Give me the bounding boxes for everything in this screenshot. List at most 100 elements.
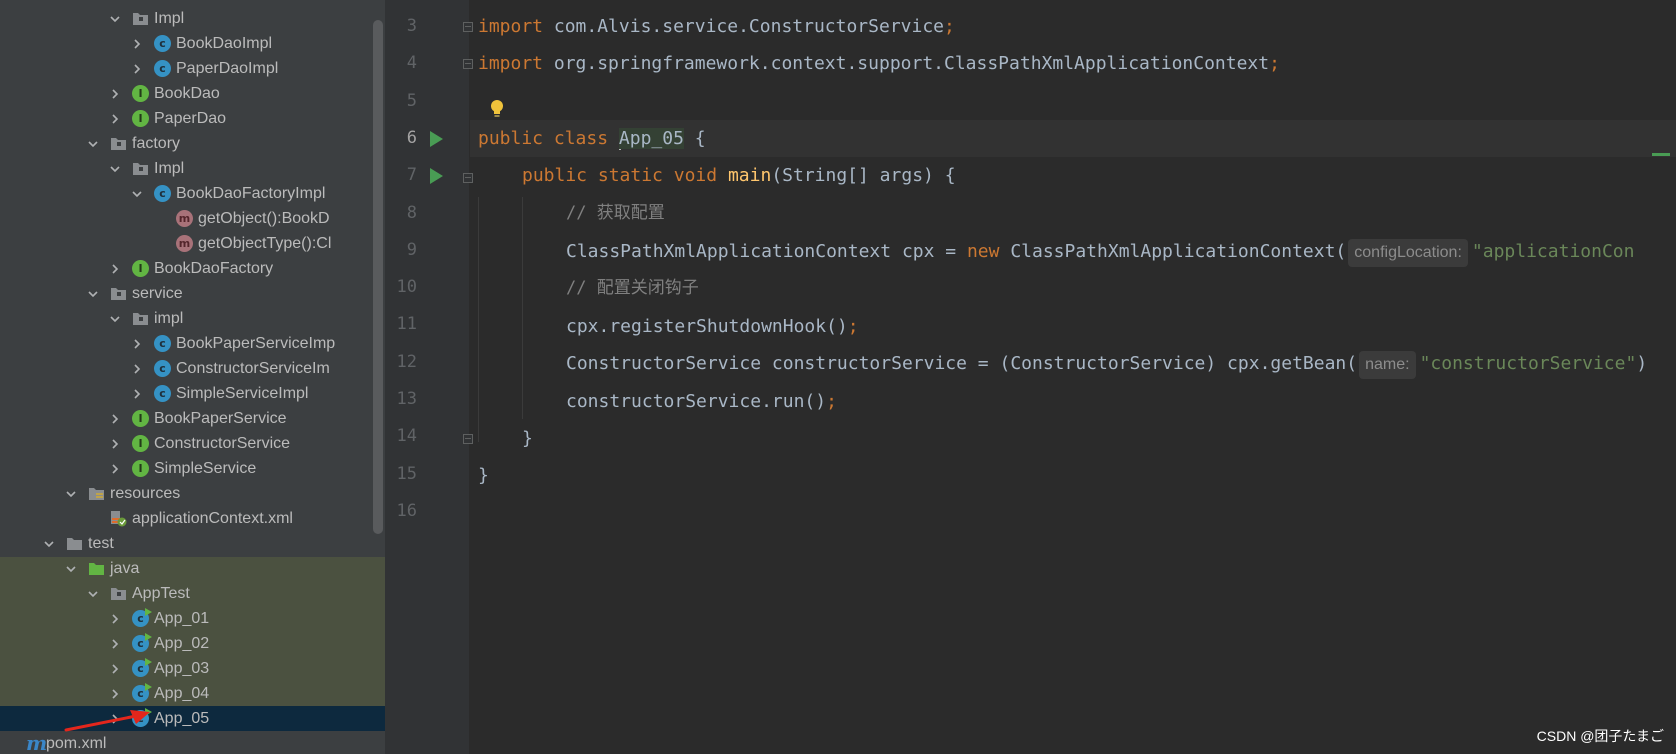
tree-item[interactable]: m getObject():BookD <box>0 206 385 231</box>
tree-item[interactable]: factory <box>0 131 385 156</box>
fold-method-end-icon[interactable] <box>463 434 473 444</box>
class-name-highlight: App_05 <box>618 128 684 149</box>
tree-item-label: App_03 <box>154 660 210 677</box>
code-line-10-comment: // 配置关闭钩子 <box>566 278 699 298</box>
tree-item[interactable]: Impl <box>0 6 385 31</box>
tree-item[interactable]: impl <box>0 306 385 331</box>
chevron-right-icon[interactable] <box>108 631 122 656</box>
project-tree: Impl c BookDaoImpl c PaperDaoImpl I BookDao I Pa… <box>0 0 385 754</box>
tree-item[interactable]: c ConstructorServiceIm <box>0 356 385 381</box>
run-class-icon[interactable] <box>430 131 443 147</box>
chevron-right-icon[interactable] <box>108 106 122 131</box>
chevron-right-icon[interactable] <box>108 406 122 431</box>
chevron-right-icon[interactable] <box>108 81 122 106</box>
interface-icon: I <box>132 110 149 127</box>
tree-item-label: service <box>132 285 183 302</box>
tree-item[interactable]: c App_02 <box>0 631 385 656</box>
tree-item-label: Impl <box>154 160 185 177</box>
line-number: 3 <box>406 16 417 36</box>
run-main-icon[interactable] <box>430 168 443 184</box>
chevron-down-icon[interactable] <box>64 556 78 581</box>
tree-item[interactable]: c PaperDaoImpl <box>0 56 385 81</box>
tree-item[interactable]: m pom.xml <box>0 731 385 754</box>
tree-item[interactable]: c BookPaperServiceImp <box>0 331 385 356</box>
fold-imports-end-icon[interactable] <box>463 59 473 69</box>
chevron-right-icon[interactable] <box>108 456 122 481</box>
tree-item[interactable]: m getObjectType():Cl <box>0 231 385 256</box>
chevron-down-icon[interactable] <box>64 481 78 506</box>
line-number: 6 <box>406 127 417 148</box>
chevron-down-icon[interactable] <box>86 281 100 306</box>
tree-item-label: pom.xml <box>46 735 107 752</box>
tree-item-label: App_04 <box>154 685 210 702</box>
method-icon: m <box>176 210 193 227</box>
tree-item[interactable]: java <box>0 556 385 581</box>
chevron-right-icon[interactable] <box>108 656 122 681</box>
code-line-9: ClassPathXmlApplicationContext cpx = new… <box>566 233 1634 270</box>
tree-item[interactable]: c SimpleServiceImpl <box>0 381 385 406</box>
runnable-class-icon: c <box>132 683 152 702</box>
tree-scrollbar[interactable] <box>373 20 383 534</box>
line-number: 13 <box>396 389 417 409</box>
tree-item[interactable]: I SimpleService <box>0 456 385 481</box>
tree-item[interactable]: c BookDaoImpl <box>0 31 385 56</box>
tree-item-label: PaperDao <box>154 110 227 127</box>
chevron-right-icon[interactable] <box>130 356 144 381</box>
tree-item[interactable]: I BookDao <box>0 81 385 106</box>
code-line-8-comment: // 获取配置 <box>566 203 665 223</box>
tree-item[interactable]: I ConstructorService <box>0 431 385 456</box>
tree-item[interactable]: resources <box>0 481 385 506</box>
code-line-3: import com.Alvis.service.ConstructorServ… <box>478 16 955 37</box>
line-number: 8 <box>406 202 417 223</box>
fold-imports-icon[interactable] <box>463 22 473 32</box>
chevron-right-icon[interactable] <box>108 431 122 456</box>
tree-item[interactable]: c App_04 <box>0 681 385 706</box>
interface-icon: I <box>132 460 149 477</box>
tree-item[interactable]: I BookDaoFactory <box>0 256 385 281</box>
tree-item[interactable]: c App_03 <box>0 656 385 681</box>
tree-item[interactable]: I PaperDao <box>0 106 385 131</box>
tree-item-label: getObject():BookD <box>198 210 330 227</box>
fold-method-icon[interactable] <box>463 173 473 183</box>
tree-item-label: BookDaoFactoryImpl <box>176 185 326 202</box>
maven-icon: m <box>26 731 48 754</box>
tree-item[interactable]: c BookDaoFactoryImpl <box>0 181 385 206</box>
interface-icon: I <box>132 85 149 102</box>
chevron-right-icon[interactable] <box>130 31 144 56</box>
folder-icon <box>66 535 83 552</box>
chevron-right-icon[interactable] <box>108 681 122 706</box>
chevron-down-icon[interactable] <box>108 156 122 181</box>
chevron-down-icon[interactable] <box>86 581 100 606</box>
chevron-right-icon[interactable] <box>108 256 122 281</box>
tree-item-label: getObjectType():Cl <box>198 235 332 252</box>
interface-icon: I <box>132 410 149 427</box>
chevron-down-icon[interactable] <box>130 181 144 206</box>
code-line-13: constructorService.run(); <box>566 391 837 412</box>
class-icon: c <box>154 185 171 202</box>
chevron-down-icon[interactable] <box>108 306 122 331</box>
tree-item[interactable]: test <box>0 531 385 556</box>
tree-item[interactable]: Impl <box>0 156 385 181</box>
chevron-down-icon[interactable] <box>42 531 56 556</box>
lightbulb-icon[interactable] <box>490 99 504 119</box>
chevron-down-icon[interactable] <box>108 6 122 31</box>
code-line-7: public static void main(String[] args) { <box>522 165 956 186</box>
tree-item-label: BookPaperServiceImp <box>176 335 336 352</box>
tree-item[interactable]: applicationContext.xml <box>0 506 385 531</box>
class-icon: c <box>154 335 171 352</box>
chevron-down-icon[interactable] <box>86 131 100 156</box>
line-number: 12 <box>396 351 417 372</box>
tree-item[interactable]: service <box>0 281 385 306</box>
tree-item-label: PaperDaoImpl <box>176 60 279 77</box>
chevron-right-icon[interactable] <box>130 381 144 406</box>
chevron-right-icon[interactable] <box>108 606 122 631</box>
tree-item[interactable]: c App_01 <box>0 606 385 631</box>
tree-item[interactable]: cApp_05 <box>0 706 385 731</box>
chevron-right-icon[interactable] <box>130 331 144 356</box>
tree-item[interactable]: AppTest <box>0 581 385 606</box>
runnable-class-icon: c <box>132 608 152 627</box>
tree-item-label: factory <box>132 135 181 152</box>
tree-item[interactable]: I BookPaperService <box>0 406 385 431</box>
tree-item-label: BookDaoFactory <box>154 260 274 277</box>
chevron-right-icon[interactable] <box>130 56 144 81</box>
